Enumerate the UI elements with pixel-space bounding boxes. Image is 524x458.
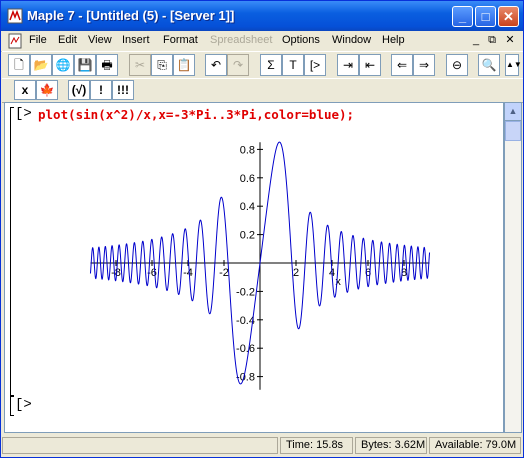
save-icon[interactable]: 💾 xyxy=(74,54,96,76)
indent-icon[interactable]: ⇥ xyxy=(337,54,359,76)
menu-format[interactable]: Format xyxy=(163,34,198,46)
x-tick-label: -4 xyxy=(183,267,193,279)
interrupt-icon[interactable]: x xyxy=(14,80,36,100)
main-toolbar: 🗋 📂 🌐 💾 🖶 ✂ ⎘ 📋 ↶ ↷ Σ T [> ⇥ ⇤ ⇐ ⇒ ⊖ 🔍 ▲▼ xyxy=(2,51,523,80)
menu-view[interactable]: View xyxy=(88,34,112,46)
maple-app-icon xyxy=(7,8,23,24)
window-title: Maple 7 - [Untitled (5) - [Server 1]] xyxy=(27,8,235,23)
status-time: Time: 15.8s xyxy=(280,437,353,454)
maple-leaf-icon[interactable]: 🍁 xyxy=(36,80,58,100)
text-icon[interactable]: T xyxy=(282,54,304,76)
status-bytes: Bytes: 3.62M xyxy=(355,437,427,454)
close-button[interactable]: ✕ xyxy=(498,6,519,27)
y-tick-label: 0.6 xyxy=(240,173,255,185)
toolbar-scroll-icon[interactable]: ▲▼ xyxy=(505,54,522,76)
worksheet[interactable]: [> plot(sin(x^2)/x,x=-3*Pi..3*Pi,color=b… xyxy=(4,102,504,433)
maple-window: Maple 7 - [Untitled (5) - [Server 1]] _ … xyxy=(0,0,524,458)
y-tick-label: 0.4 xyxy=(240,201,255,213)
y-tick-label: -0.6 xyxy=(236,343,255,355)
zoom-icon[interactable]: 🔍 xyxy=(478,54,500,76)
back-icon[interactable]: ⇐ xyxy=(391,54,413,76)
mdi-restore-button[interactable]: ⧉ xyxy=(485,34,499,47)
empty-group-bracket xyxy=(10,396,14,416)
x-tick-label: 2 xyxy=(293,267,299,279)
new-icon[interactable]: 🗋 xyxy=(8,54,30,76)
copy-icon[interactable]: ⎘ xyxy=(151,54,173,76)
redo-icon[interactable]: ↷ xyxy=(227,54,249,76)
menu-edit[interactable]: Edit xyxy=(58,34,77,46)
paste-icon[interactable]: 📋 xyxy=(173,54,195,76)
plot-output[interactable]: -8 -6 -4 -2 2 4 6 80.80.60.40.2-0.2-0.4-0.6-0.8… xyxy=(5,124,504,414)
maximize-button[interactable]: □ xyxy=(475,6,496,27)
title-bar[interactable]: Maple 7 - [Untitled (5) - [Server 1]] _ … xyxy=(1,1,523,31)
outdent-icon[interactable]: ⇤ xyxy=(359,54,381,76)
menu-insert[interactable]: Insert xyxy=(122,34,150,46)
stop-icon[interactable]: ⊖ xyxy=(446,54,468,76)
menu-window[interactable]: Window xyxy=(332,34,371,46)
y-tick-label: -0.2 xyxy=(236,286,255,298)
x-tick-label: -2 xyxy=(219,267,229,279)
forward-icon[interactable]: ⇒ xyxy=(413,54,435,76)
menu-help[interactable]: Help xyxy=(382,34,405,46)
menu-options[interactable]: Options xyxy=(282,34,320,46)
menu-spreadsheet: Spreadsheet xyxy=(210,34,273,46)
scroll-thumb[interactable] xyxy=(505,121,521,141)
menu-bar: File Edit View Insert Format Spreadsheet… xyxy=(1,31,523,52)
sigma-icon[interactable]: Σ xyxy=(260,54,282,76)
open-url-icon[interactable]: 🌐 xyxy=(52,54,74,76)
scroll-up-arrow-icon[interactable]: ▲ xyxy=(505,103,521,121)
menu-file[interactable]: File xyxy=(29,34,47,46)
command-input[interactable]: plot(sin(x^2)/x,x=-3*Pi..3*Pi,color=blue… xyxy=(38,107,354,122)
mdi-close-button[interactable]: ✕ xyxy=(503,34,517,47)
vertical-scrollbar[interactable]: ▲ xyxy=(504,102,522,433)
empty-prompt[interactable]: [> xyxy=(15,397,32,413)
minimize-button[interactable]: _ xyxy=(452,6,473,27)
undo-icon[interactable]: ↶ xyxy=(205,54,227,76)
y-tick-label: 0.8 xyxy=(240,144,255,156)
status-message xyxy=(2,437,278,454)
y-tick-label: 0.2 xyxy=(240,230,255,242)
prompt-icon[interactable]: [> xyxy=(304,54,326,76)
execute-all-icon[interactable]: !!! xyxy=(112,80,134,100)
status-available: Available: 79.0M xyxy=(429,437,521,454)
check-icon[interactable]: (√) xyxy=(68,80,90,100)
input-prompt: [> xyxy=(15,106,32,122)
print-icon[interactable]: 🖶 xyxy=(96,54,118,76)
mdi-minimize-button[interactable]: _ xyxy=(469,34,483,47)
open-icon[interactable]: 📂 xyxy=(30,54,52,76)
cut-icon[interactable]: ✂ xyxy=(129,54,151,76)
execute-icon[interactable]: ! xyxy=(90,80,112,100)
context-toolbar: x 🍁 (√)!!!! xyxy=(2,78,523,103)
status-bar: Time: 15.8s Bytes: 3.62M Available: 79.0… xyxy=(2,435,523,457)
document-icon[interactable] xyxy=(7,33,23,49)
